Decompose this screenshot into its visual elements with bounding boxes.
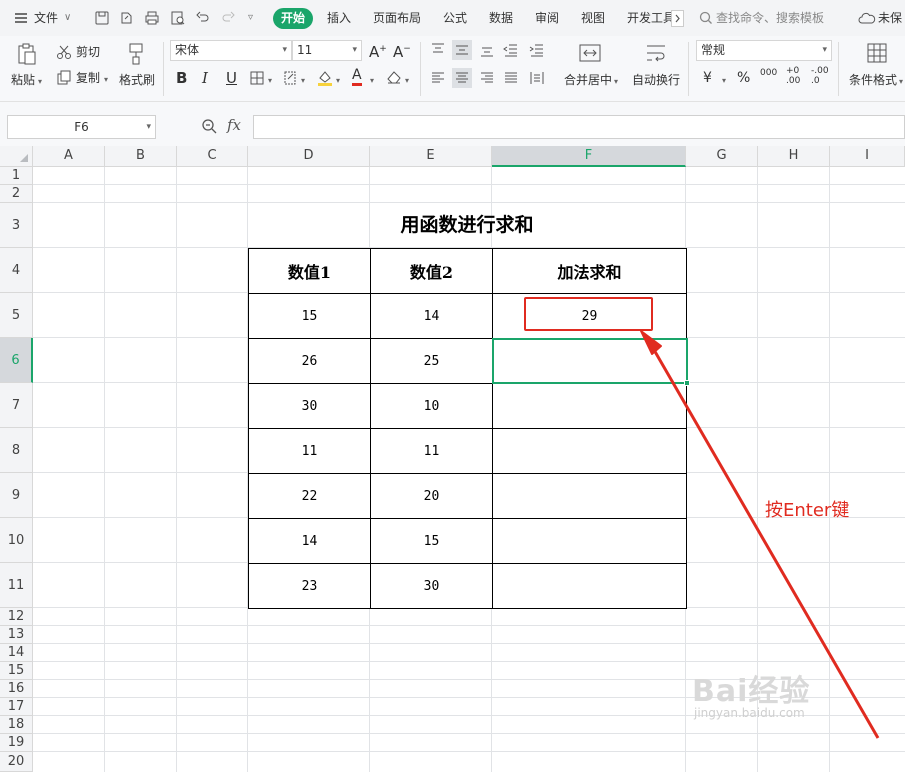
export-icon[interactable] (118, 10, 134, 26)
menu-bar: 文件 ∨ ▿ 开始 插入 页面布局 公式 数据 审阅 视图 开发工具 查找命令、… (0, 0, 905, 36)
tab-home[interactable]: 开始 (273, 8, 313, 29)
align-center-icon[interactable] (452, 68, 472, 88)
italic-button[interactable]: I (202, 70, 208, 86)
tabs-scroll-right-icon[interactable] (671, 10, 684, 27)
increase-font-icon[interactable]: A+ (369, 41, 387, 60)
tab-page-layout[interactable]: 页面布局 (373, 9, 421, 27)
decrease-font-icon[interactable]: A− (393, 41, 411, 60)
copy-button[interactable]: 复制 (76, 70, 100, 86)
font-size-select[interactable]: 11 ▾ (292, 40, 362, 61)
function-wizard-button[interactable]: fx (227, 116, 241, 134)
merge-center-icon[interactable] (578, 42, 602, 64)
number-format-select[interactable]: 常规 ▾ (696, 40, 832, 61)
font-color-button[interactable]: A (352, 68, 362, 86)
search-icon (698, 10, 714, 26)
command-search-input[interactable]: 查找命令、搜索模板 (716, 9, 856, 27)
redo-icon[interactable] (220, 10, 236, 26)
currency-button[interactable]: ¥ (703, 70, 712, 86)
scissors-icon[interactable] (56, 44, 72, 60)
increase-decimal-button[interactable]: +0 .00 (786, 66, 802, 86)
font-size-value: 11 (297, 43, 313, 57)
align-top-icon[interactable] (430, 42, 446, 58)
align-middle-icon[interactable] (452, 40, 472, 60)
watermark-logo: Bai经验 (692, 674, 811, 709)
name-box[interactable]: F6 ▾ (7, 115, 156, 139)
conditional-format-button[interactable]: 条件格式 (849, 72, 897, 88)
fill-color-icon[interactable] (316, 69, 334, 87)
baidu-watermark: Bai经验 jingyan.baidu.com (692, 666, 810, 720)
number-format-value: 常规 (701, 43, 726, 57)
tab-developer[interactable]: 开发工具 (627, 9, 671, 27)
formula-input[interactable] (253, 115, 905, 139)
file-dropdown-chevron-icon[interactable]: ∨ (64, 9, 71, 27)
format-painter-button[interactable]: 格式刷 (119, 72, 155, 88)
ribbon-separator (163, 42, 164, 96)
print-icon[interactable] (144, 10, 160, 26)
conditional-format-dropdown-icon[interactable]: ▾ (899, 74, 903, 90)
format-painter-icon[interactable] (126, 42, 146, 66)
paste-button[interactable]: 粘贴 (11, 72, 35, 88)
align-bottom-icon[interactable] (479, 42, 495, 58)
ribbon-toolbar: 粘贴 ▾ 剪切 复制 ▾ 格式刷 宋体 ▾ 11 ▾ A+ A− B I U ▾… (0, 36, 905, 102)
tab-formulas[interactable]: 公式 (443, 9, 467, 27)
zoom-formula-icon[interactable] (201, 118, 218, 135)
cloud-save-status[interactable]: 未保 (878, 9, 902, 27)
merge-dropdown-icon[interactable]: ▾ (614, 74, 618, 90)
wrap-text-icon[interactable] (644, 42, 668, 64)
justify-icon[interactable] (503, 70, 519, 86)
formula-bar: F6 ▾ fx (0, 102, 905, 146)
number-format-dropdown-icon: ▾ (822, 45, 827, 55)
conditional-format-icon[interactable] (866, 42, 888, 64)
paste-icon[interactable] (16, 42, 38, 66)
wrap-text-button[interactable]: 自动换行 (632, 72, 680, 88)
paste-dropdown-icon[interactable]: ▾ (38, 74, 42, 90)
tab-view[interactable]: 视图 (581, 9, 605, 27)
ribbon-separator (688, 42, 689, 96)
name-box-dropdown-icon[interactable]: ▾ (146, 116, 151, 138)
percent-button[interactable]: % (737, 70, 750, 86)
clear-dropdown-icon[interactable]: ▾ (405, 73, 409, 89)
underline-button[interactable]: U (226, 70, 237, 86)
align-left-icon[interactable] (430, 70, 446, 86)
align-right-icon[interactable] (479, 70, 495, 86)
decrease-decimal-button[interactable]: -.00 .0 (811, 66, 829, 86)
font-name-dropdown-icon: ▾ (282, 45, 287, 55)
currency-dropdown-icon[interactable]: ▾ (722, 73, 726, 89)
cell-style-icon[interactable] (282, 70, 300, 86)
quick-access-more-icon[interactable]: ▿ (248, 9, 253, 27)
distribute-icon[interactable] (529, 70, 545, 86)
cell-style-dropdown-icon[interactable]: ▾ (301, 73, 305, 89)
borders-icon[interactable] (249, 70, 267, 86)
cloud-icon[interactable] (858, 10, 876, 26)
font-name-value: 宋体 (175, 43, 200, 57)
bold-button[interactable]: B (176, 70, 187, 86)
annotation-label: 按Enter键 (765, 500, 850, 521)
hamburger-icon[interactable] (13, 10, 29, 26)
watermark-url: jingyan.baidu.com (694, 706, 805, 720)
font-name-select[interactable]: 宋体 ▾ (170, 40, 292, 61)
font-color-dropdown-icon[interactable]: ▾ (370, 73, 374, 89)
tab-insert[interactable]: 插入 (327, 9, 351, 27)
undo-icon[interactable] (195, 10, 211, 26)
fill-color-dropdown-icon[interactable]: ▾ (336, 73, 340, 89)
borders-dropdown-icon[interactable]: ▾ (268, 73, 272, 89)
spreadsheet-grid[interactable]: A B C D E F G H I 1 2 3 4 5 6 7 8 9 10 1… (0, 146, 905, 772)
name-box-value: F6 (74, 120, 89, 134)
copy-dropdown-icon[interactable]: ▾ (104, 72, 108, 88)
print-preview-icon[interactable] (170, 10, 186, 26)
cut-button[interactable]: 剪切 (76, 44, 100, 60)
tab-review[interactable]: 审阅 (535, 9, 559, 27)
increase-indent-icon[interactable] (529, 42, 545, 58)
ribbon-separator (838, 42, 839, 96)
copy-icon[interactable] (56, 70, 72, 86)
save-icon[interactable] (94, 10, 110, 26)
ribbon-separator (420, 42, 421, 96)
thousands-button[interactable]: 000 (760, 68, 777, 78)
tab-data[interactable]: 数据 (489, 9, 513, 27)
merge-center-button[interactable]: 合并居中 (564, 72, 612, 88)
decrease-indent-icon[interactable] (503, 42, 519, 58)
eraser-icon[interactable] (385, 69, 403, 85)
font-size-dropdown-icon: ▾ (352, 45, 357, 55)
file-menu[interactable]: 文件 (34, 9, 58, 27)
